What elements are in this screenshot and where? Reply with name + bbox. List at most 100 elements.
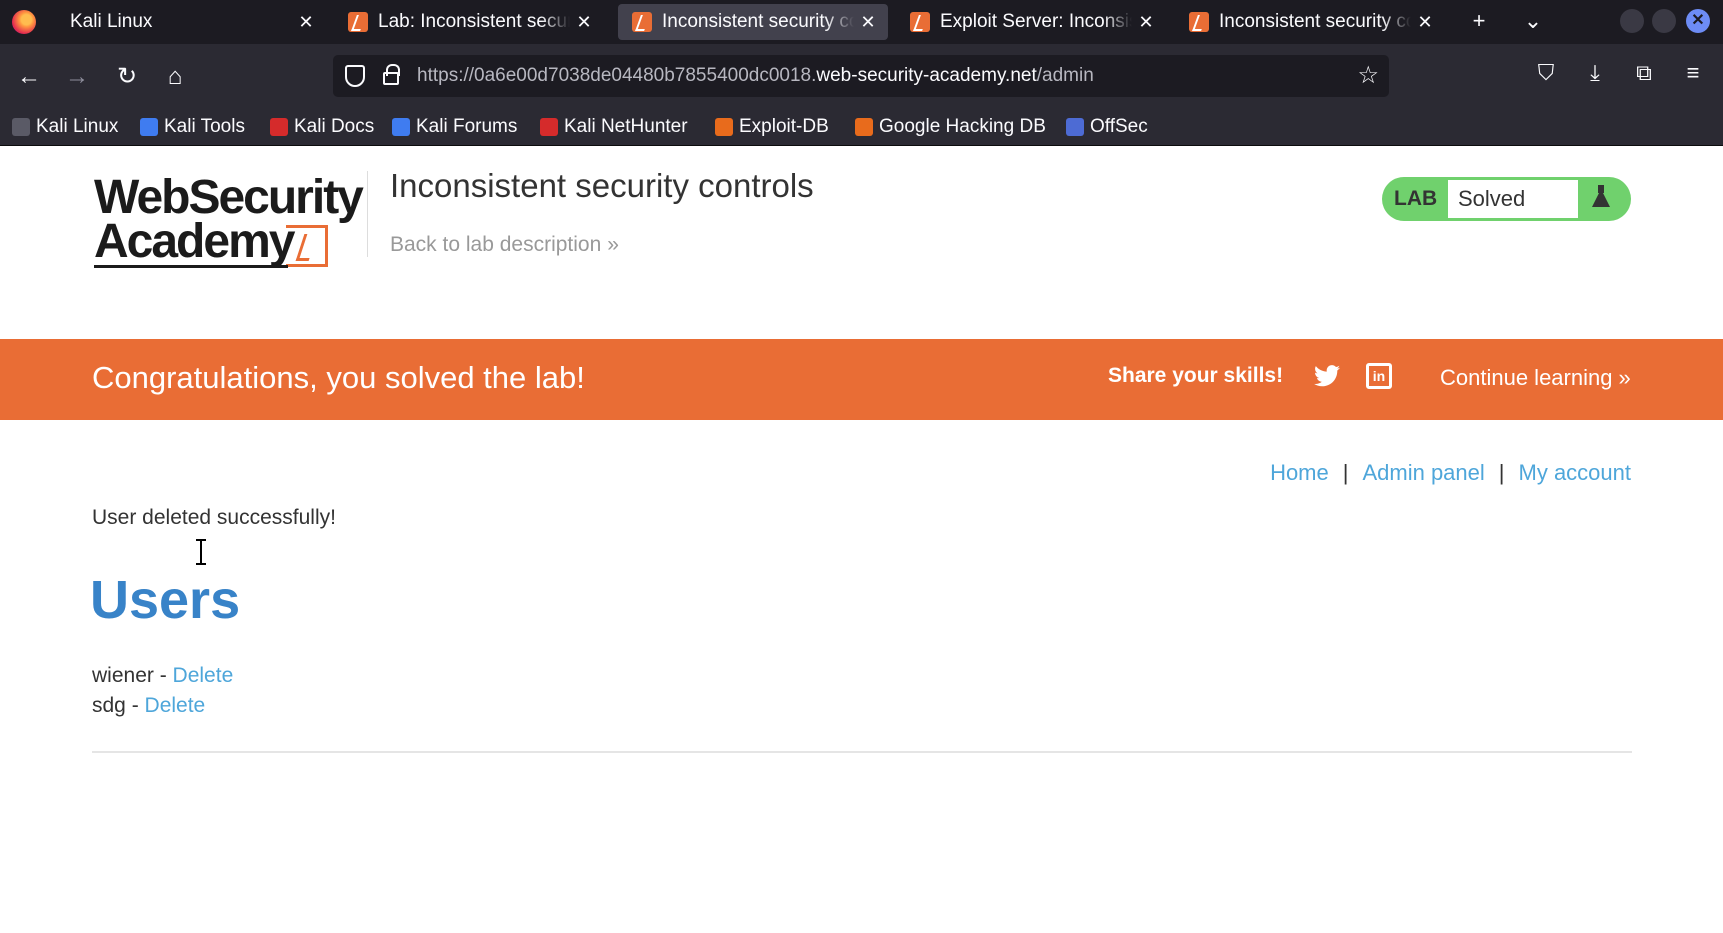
tab-exploit-server[interactable]: Exploit Server: Inconsistent security co…	[896, 4, 1166, 40]
menu-icon[interactable]: ≡	[1678, 60, 1708, 86]
shield-icon[interactable]	[345, 65, 365, 87]
lab-tag: LAB	[1394, 187, 1438, 210]
bookmark-kali-linux[interactable]: Kali Linux	[12, 116, 118, 138]
tab-lab-description[interactable]: Lab: Inconsistent security controls ✕	[334, 4, 604, 40]
bookmark-label: Google Hacking DB	[879, 116, 1046, 137]
kali-dragon-icon	[12, 118, 30, 136]
url-prefix: https://0a6e00d7038de04480b7855400dc0018…	[417, 65, 817, 86]
nethunter-icon	[540, 118, 558, 136]
delete-user-link[interactable]: Delete	[173, 664, 234, 687]
navigation-toolbar: ← → ↻ ⌂ https://0a6e00d7038de04480b78554…	[0, 44, 1723, 110]
username: sdg	[92, 694, 126, 717]
new-tab-icon[interactable]: +	[1464, 8, 1494, 34]
flask-icon	[1592, 185, 1610, 207]
tab-title: Inconsistent security controls	[662, 11, 854, 32]
portswigger-icon	[910, 12, 930, 32]
lock-icon[interactable]	[383, 64, 400, 85]
bookmark-label: OffSec	[1090, 116, 1148, 137]
tab-lab-copy[interactable]: Inconsistent security controls ✕	[1175, 4, 1445, 40]
star-icon[interactable]: ☆	[1357, 61, 1379, 90]
my-account-link[interactable]: My account	[1519, 460, 1632, 485]
share-label: Share your skills!	[1108, 364, 1284, 387]
portswigger-icon	[348, 12, 368, 32]
tab-title: Lab: Inconsistent security controls	[378, 11, 570, 32]
extensions-icon[interactable]: ⧉	[1629, 60, 1659, 86]
bookmark-kali-docs[interactable]: Kali Docs	[270, 116, 374, 138]
url-domain: web-security-academy.net	[816, 65, 1037, 86]
bookmark-label: Kali NetHunter	[564, 116, 688, 137]
list-item: wiener - Delete	[92, 661, 233, 691]
status-message: User deleted successfully!	[92, 506, 336, 529]
congratulations-message: Congratulations, you solved the lab!	[92, 360, 585, 395]
close-icon[interactable]: ✕	[1411, 12, 1439, 33]
text-cursor-icon	[195, 539, 207, 565]
nav-separator: |	[1342, 460, 1349, 485]
bookmark-label: Exploit-DB	[739, 116, 829, 137]
bookmark-kali-tools[interactable]: Kali Tools	[140, 116, 245, 138]
kali-tools-icon	[140, 118, 158, 136]
admin-panel-link[interactable]: Admin panel	[1362, 460, 1484, 485]
close-icon[interactable]: ✕	[292, 12, 320, 33]
address-bar[interactable]: https://0a6e00d7038de04480b7855400dc0018…	[333, 55, 1389, 97]
pocket-icon[interactable]: ⛉	[1531, 60, 1561, 86]
tab-kali-linux[interactable]: Kali Linux ✕	[56, 4, 326, 40]
tab-title: Exploit Server: Inconsistent security co…	[940, 11, 1132, 32]
username: wiener	[92, 664, 154, 687]
exploit-db-icon	[715, 118, 733, 136]
bookmark-kali-forums[interactable]: Kali Forums	[392, 116, 517, 138]
download-icon[interactable]: ⤓	[1580, 60, 1610, 86]
home-icon[interactable]: ⌂	[160, 62, 190, 92]
continue-learning-link[interactable]: Continue learning»	[1440, 365, 1631, 391]
firefox-icon[interactable]	[12, 10, 36, 34]
lab-title: Inconsistent security controls	[390, 167, 814, 204]
minimize-icon[interactable]	[1620, 9, 1644, 33]
lab-status-widget: LAB Solved	[1382, 177, 1631, 221]
bookmarks-toolbar: Kali Linux Kali Tools Kali Docs Kali For…	[0, 110, 1723, 146]
close-icon[interactable]: ✕	[570, 12, 598, 33]
maximize-icon[interactable]	[1652, 9, 1676, 33]
logo-line-2: Academy	[94, 215, 295, 268]
double-chevron-right-icon: »	[1618, 365, 1631, 390]
kali-forums-icon	[392, 118, 410, 136]
back-link-label: Back to lab description	[390, 233, 602, 256]
header-divider	[367, 171, 368, 257]
portswigger-icon	[1189, 12, 1209, 32]
divider	[92, 751, 1632, 753]
bookmark-kali-nethunter[interactable]: Kali NetHunter	[540, 116, 688, 138]
list-item: sdg - Delete	[92, 691, 233, 721]
window-close-icon[interactable]: ✕	[1686, 9, 1710, 33]
double-chevron-right-icon: »	[607, 233, 618, 256]
bookmark-exploit-db[interactable]: Exploit-DB	[715, 116, 829, 138]
back-to-lab-description-link[interactable]: Back to lab description»	[390, 233, 619, 257]
delete-user-link[interactable]: Delete	[145, 694, 206, 717]
close-icon[interactable]: ✕	[854, 12, 882, 33]
continue-label: Continue learning	[1440, 365, 1613, 390]
linkedin-icon[interactable]: in	[1366, 363, 1392, 389]
separator: -	[125, 694, 145, 717]
bolt-icon	[286, 225, 328, 267]
bookmark-label: Kali Tools	[164, 116, 245, 137]
bookmark-label: Kali Forums	[416, 116, 518, 137]
close-icon[interactable]: ✕	[1132, 12, 1160, 33]
page-content: WebSecurity Academy Inconsistent securit…	[0, 147, 1723, 933]
logo-underline	[94, 265, 288, 268]
url-text[interactable]: https://0a6e00d7038de04480b7855400dc0018…	[417, 65, 1094, 87]
back-arrow-icon[interactable]: ←	[14, 62, 44, 92]
bookmark-label: Kali Docs	[294, 116, 375, 137]
top-navigation: Home | Admin panel | My account	[1270, 460, 1631, 486]
bookmark-label: Kali Linux	[36, 116, 119, 137]
bookmark-offsec[interactable]: OffSec	[1066, 116, 1148, 138]
nav-separator: |	[1498, 460, 1505, 485]
forward-arrow-icon[interactable]: →	[62, 62, 92, 92]
reload-icon[interactable]: ↻	[112, 62, 142, 92]
web-security-academy-logo[interactable]: WebSecurity Academy	[94, 173, 364, 269]
chevron-down-icon[interactable]: ⌄	[1518, 8, 1548, 34]
home-link[interactable]: Home	[1270, 460, 1329, 485]
tab-title: Kali Linux	[70, 11, 153, 32]
tab-bar: Kali Linux ✕ Lab: Inconsistent security …	[0, 0, 1723, 44]
portswigger-icon	[632, 12, 652, 32]
twitter-icon[interactable]	[1314, 365, 1340, 387]
bookmark-google-hacking-db[interactable]: Google Hacking DB	[855, 116, 1046, 138]
tab-active-lab[interactable]: Inconsistent security controls ✕	[618, 4, 888, 40]
offsec-icon	[1066, 118, 1084, 136]
